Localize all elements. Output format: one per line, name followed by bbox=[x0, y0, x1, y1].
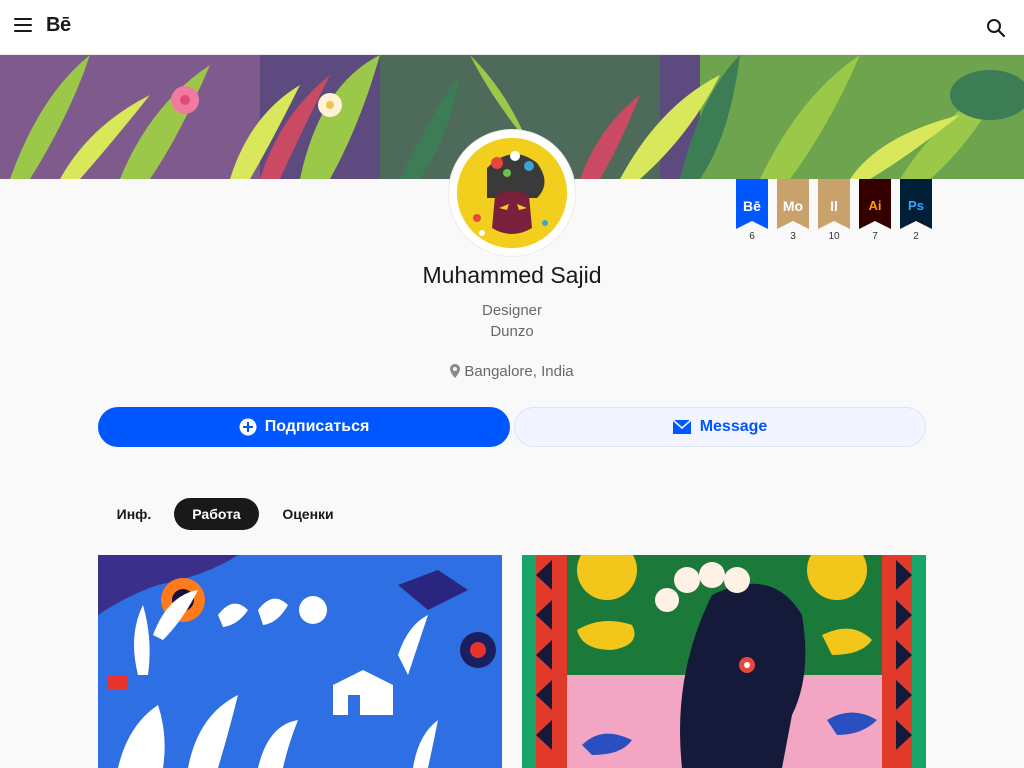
badge-label: Il bbox=[830, 198, 838, 214]
badge-count: 10 bbox=[828, 231, 840, 242]
top-navigation-bar: Bē bbox=[0, 0, 1024, 55]
skill-badges: Bē 6 Mo 3 Il 10 Ai 7 Ps 2 bbox=[736, 179, 936, 249]
tab-appreciations[interactable]: Оценки bbox=[272, 498, 344, 530]
badge-illustration[interactable]: Il 10 bbox=[818, 179, 850, 242]
follow-button-label: Подписаться bbox=[264, 418, 370, 435]
badge-label: Mo bbox=[782, 198, 804, 214]
project-thumbnail[interactable] bbox=[522, 555, 926, 768]
profile-name: Muhammed Sajid bbox=[422, 262, 602, 288]
avatar-frame bbox=[449, 130, 575, 256]
avatar[interactable] bbox=[457, 138, 567, 248]
envelope-icon bbox=[672, 419, 692, 434]
hamburger-menu-icon[interactable] bbox=[14, 18, 32, 36]
location-text: Bangalore, India bbox=[464, 363, 574, 380]
search-icon[interactable] bbox=[986, 18, 1006, 38]
badge-count: 2 bbox=[913, 231, 919, 242]
badge-label: Ai bbox=[868, 198, 882, 213]
badge-behance[interactable]: Bē 6 bbox=[736, 179, 768, 242]
follow-button[interactable]: Подписаться bbox=[98, 407, 510, 447]
badge-motion[interactable]: Mo 3 bbox=[777, 179, 809, 242]
badge-label: Ps bbox=[908, 198, 924, 213]
plus-circle-icon bbox=[239, 418, 257, 436]
message-button-label: Message bbox=[699, 418, 768, 435]
badge-illustrator[interactable]: Ai 7 bbox=[859, 179, 891, 242]
badge-label: Bē bbox=[743, 198, 761, 214]
badge-count: 7 bbox=[872, 231, 878, 242]
behance-logo[interactable]: Bē bbox=[46, 14, 71, 37]
tab-work[interactable]: Работа bbox=[174, 498, 259, 530]
tab-info[interactable]: Инф. bbox=[104, 498, 164, 530]
profile-company[interactable]: Dunzo bbox=[312, 323, 712, 340]
profile-location: Bangalore, India bbox=[312, 363, 712, 382]
project-thumbnail[interactable] bbox=[98, 555, 502, 768]
location-pin-icon bbox=[450, 364, 461, 382]
badge-count: 3 bbox=[790, 231, 796, 242]
badge-count: 6 bbox=[749, 231, 755, 242]
badge-photoshop[interactable]: Ps 2 bbox=[900, 179, 932, 242]
profile-occupation: Designer bbox=[481, 302, 543, 319]
message-button[interactable]: Message bbox=[514, 407, 926, 447]
